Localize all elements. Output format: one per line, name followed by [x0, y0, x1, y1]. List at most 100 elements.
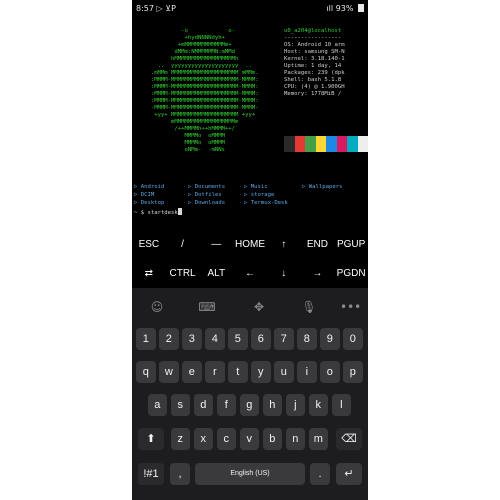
pgup-key[interactable]: PGUP — [334, 230, 368, 259]
ascii-line: -o o- — [134, 28, 236, 34]
directory-entry: ▷ Android — [134, 184, 164, 191]
directory-entry: ▷ Dotfiles — [188, 192, 222, 199]
alt-key[interactable]: ALT — [199, 259, 233, 288]
comma-key[interactable]: , — [170, 463, 190, 485]
key-7[interactable]: 7 — [274, 328, 294, 350]
key-p[interactable]: p — [343, 361, 363, 383]
ascii-line: :MMMM-MMMMMMMMMMMMMMMMMMMM-MMMM: — [134, 98, 259, 104]
key-x[interactable]: x — [193, 428, 214, 450]
folder-icon: ▷ — [188, 192, 195, 198]
command-prompt[interactable]: ~ $ startdesk — [134, 208, 182, 217]
sysinfo-line: Host: samsung SM-N — [284, 49, 345, 55]
directory-name: Music — [250, 184, 268, 190]
home-key[interactable]: HOME — [233, 230, 267, 259]
key-a[interactable]: a — [147, 394, 168, 416]
directory-name: Termux-Desk — [250, 200, 288, 206]
text-cursor — [177, 208, 182, 215]
key-y[interactable]: y — [251, 361, 271, 383]
key-m[interactable]: m — [308, 428, 329, 450]
folder-icon: ▷ — [302, 184, 309, 190]
sysinfo-line: ----------------- — [284, 35, 342, 41]
directory-name: Dotfiles — [194, 192, 222, 198]
folder-icon: ▷ — [134, 192, 141, 198]
key-z[interactable]: z — [170, 428, 191, 450]
status-bar: 8:57 ▷ ⊻P ıll 93% — [132, 0, 368, 18]
key-g[interactable]: g — [239, 394, 260, 416]
key-1[interactable]: 1 — [136, 328, 156, 350]
extra-keys-bar: ESC / — HOME ↑ END PGUP ⇄ CTRL ALT ← ↓ → PGDN — [132, 230, 368, 288]
key-5[interactable]: 5 — [228, 328, 248, 350]
sysinfo-line: Packages: 239 (dpk — [284, 70, 345, 76]
key-9[interactable]: 9 — [320, 328, 340, 350]
more-icon[interactable]: ••• — [340, 298, 361, 316]
key-o[interactable]: o — [320, 361, 340, 383]
dash-key[interactable]: — — [199, 230, 233, 259]
key-l[interactable]: l — [331, 394, 352, 416]
up-arrow-key[interactable]: ↑ — [267, 230, 301, 259]
key-0[interactable]: 0 — [343, 328, 363, 350]
key-s[interactable]: s — [170, 394, 191, 416]
key-8[interactable]: 8 — [297, 328, 317, 350]
folder-icon: ▷ — [134, 200, 141, 206]
key-f[interactable]: f — [216, 394, 237, 416]
key-b[interactable]: b — [262, 428, 283, 450]
emoji-icon[interactable]: ☺ — [148, 298, 166, 316]
key-2[interactable]: 2 — [159, 328, 179, 350]
key-3[interactable]: 3 — [182, 328, 202, 350]
terminal-view[interactable]: -o o- +hydNNNNdyh+ +mMMMMMMMMMMMMm+ `dMM… — [132, 18, 368, 230]
key-v[interactable]: v — [239, 428, 260, 450]
directory-entry: ▷ Wallpapers — [302, 184, 342, 191]
ascii-line: :MMMM-MMMMMMMMMMMMMMMMMMMM-MMMM: — [134, 84, 259, 90]
symbols-key[interactable]: !#1 — [138, 463, 164, 485]
directory-entry: ▷ Downloads — [188, 200, 225, 207]
palette-swatch — [294, 136, 305, 152]
period-key[interactable]: . — [310, 463, 330, 485]
key-h[interactable]: h — [262, 394, 283, 416]
mic-icon[interactable]: 🎙 — [300, 298, 318, 316]
folder-icon: ▷ — [188, 184, 195, 190]
key-u[interactable]: u — [274, 361, 294, 383]
palette-swatch — [336, 136, 347, 152]
pgdn-key[interactable]: PGDN — [334, 259, 368, 288]
key-6[interactable]: 6 — [251, 328, 271, 350]
key-j[interactable]: j — [285, 394, 306, 416]
key-i[interactable]: i — [297, 361, 317, 383]
key-d[interactable]: d — [193, 394, 214, 416]
toggle-keyboard-key[interactable]: ⇄ — [132, 259, 166, 288]
key-c[interactable]: c — [216, 428, 237, 450]
shift-key[interactable]: ⬆ — [138, 428, 164, 450]
right-arrow-key[interactable]: → — [301, 259, 335, 288]
space-key[interactable]: English (US) — [195, 463, 305, 485]
ascii-line: +yy+ MMMMMMMMMMMMMMMMMMMM +yy+ — [134, 112, 256, 118]
enter-key[interactable]: ↵ — [336, 463, 362, 485]
ascii-line: `dMMm:NMMMMMMN:mMMd` — [134, 49, 239, 55]
ascii-line: +mMMMMMMMMMMMMm+ — [134, 42, 232, 48]
slash-key[interactable]: / — [166, 230, 200, 259]
battery-icon — [358, 4, 364, 12]
ascii-line: MMMMo oMMMM — [134, 140, 225, 146]
key-n[interactable]: n — [285, 428, 306, 450]
letter-row-2: asdfghjkl — [132, 394, 368, 416]
cursor-move-icon[interactable]: ✥ — [250, 298, 268, 316]
down-arrow-key[interactable]: ↓ — [267, 259, 301, 288]
folder-icon: ▷ — [134, 184, 141, 190]
sysinfo-line: Kernel: 3.18.140-1 — [284, 56, 345, 62]
key-q[interactable]: q — [136, 361, 156, 383]
keyboard-icon[interactable]: ⌨ — [198, 298, 216, 316]
status-left: 8:57 ▷ ⊻P — [136, 4, 176, 13]
ascii-line: .mMMm`MMMMMMMMMMMMMMMMMMMM`mMMm. — [134, 70, 259, 76]
directory-name: Wallpapers — [308, 184, 343, 190]
ctrl-key[interactable]: CTRL — [166, 259, 200, 288]
key-k[interactable]: k — [308, 394, 329, 416]
backspace-key[interactable]: ⌫ — [336, 428, 362, 450]
end-key[interactable]: END — [301, 230, 335, 259]
palette-swatch — [305, 136, 316, 152]
key-4[interactable]: 4 — [205, 328, 225, 350]
key-t[interactable]: t — [228, 361, 248, 383]
key-e[interactable]: e — [182, 361, 202, 383]
ascii-line: hMMMMMMMMMMMMMMMMMMh — [134, 56, 239, 62]
esc-key[interactable]: ESC — [132, 230, 166, 259]
key-r[interactable]: r — [205, 361, 225, 383]
key-w[interactable]: w — [159, 361, 179, 383]
left-arrow-key[interactable]: ← — [233, 259, 267, 288]
